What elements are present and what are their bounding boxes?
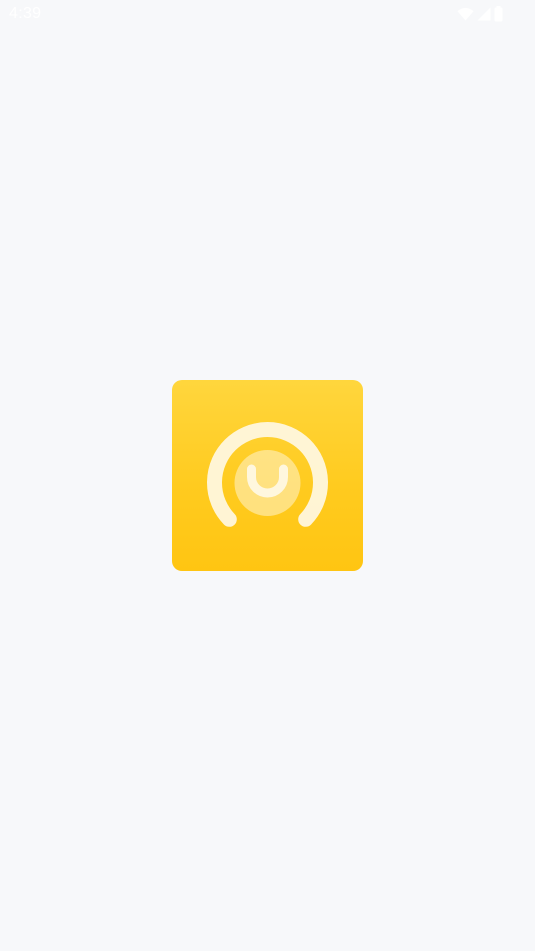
status-bar: 4:39 (0, 0, 535, 30)
status-icons (457, 6, 503, 22)
app-logo (172, 380, 363, 571)
cellular-signal-icon (477, 7, 491, 21)
status-time: 4:39 (9, 5, 42, 22)
battery-icon (494, 6, 503, 22)
wifi-icon (457, 7, 474, 21)
